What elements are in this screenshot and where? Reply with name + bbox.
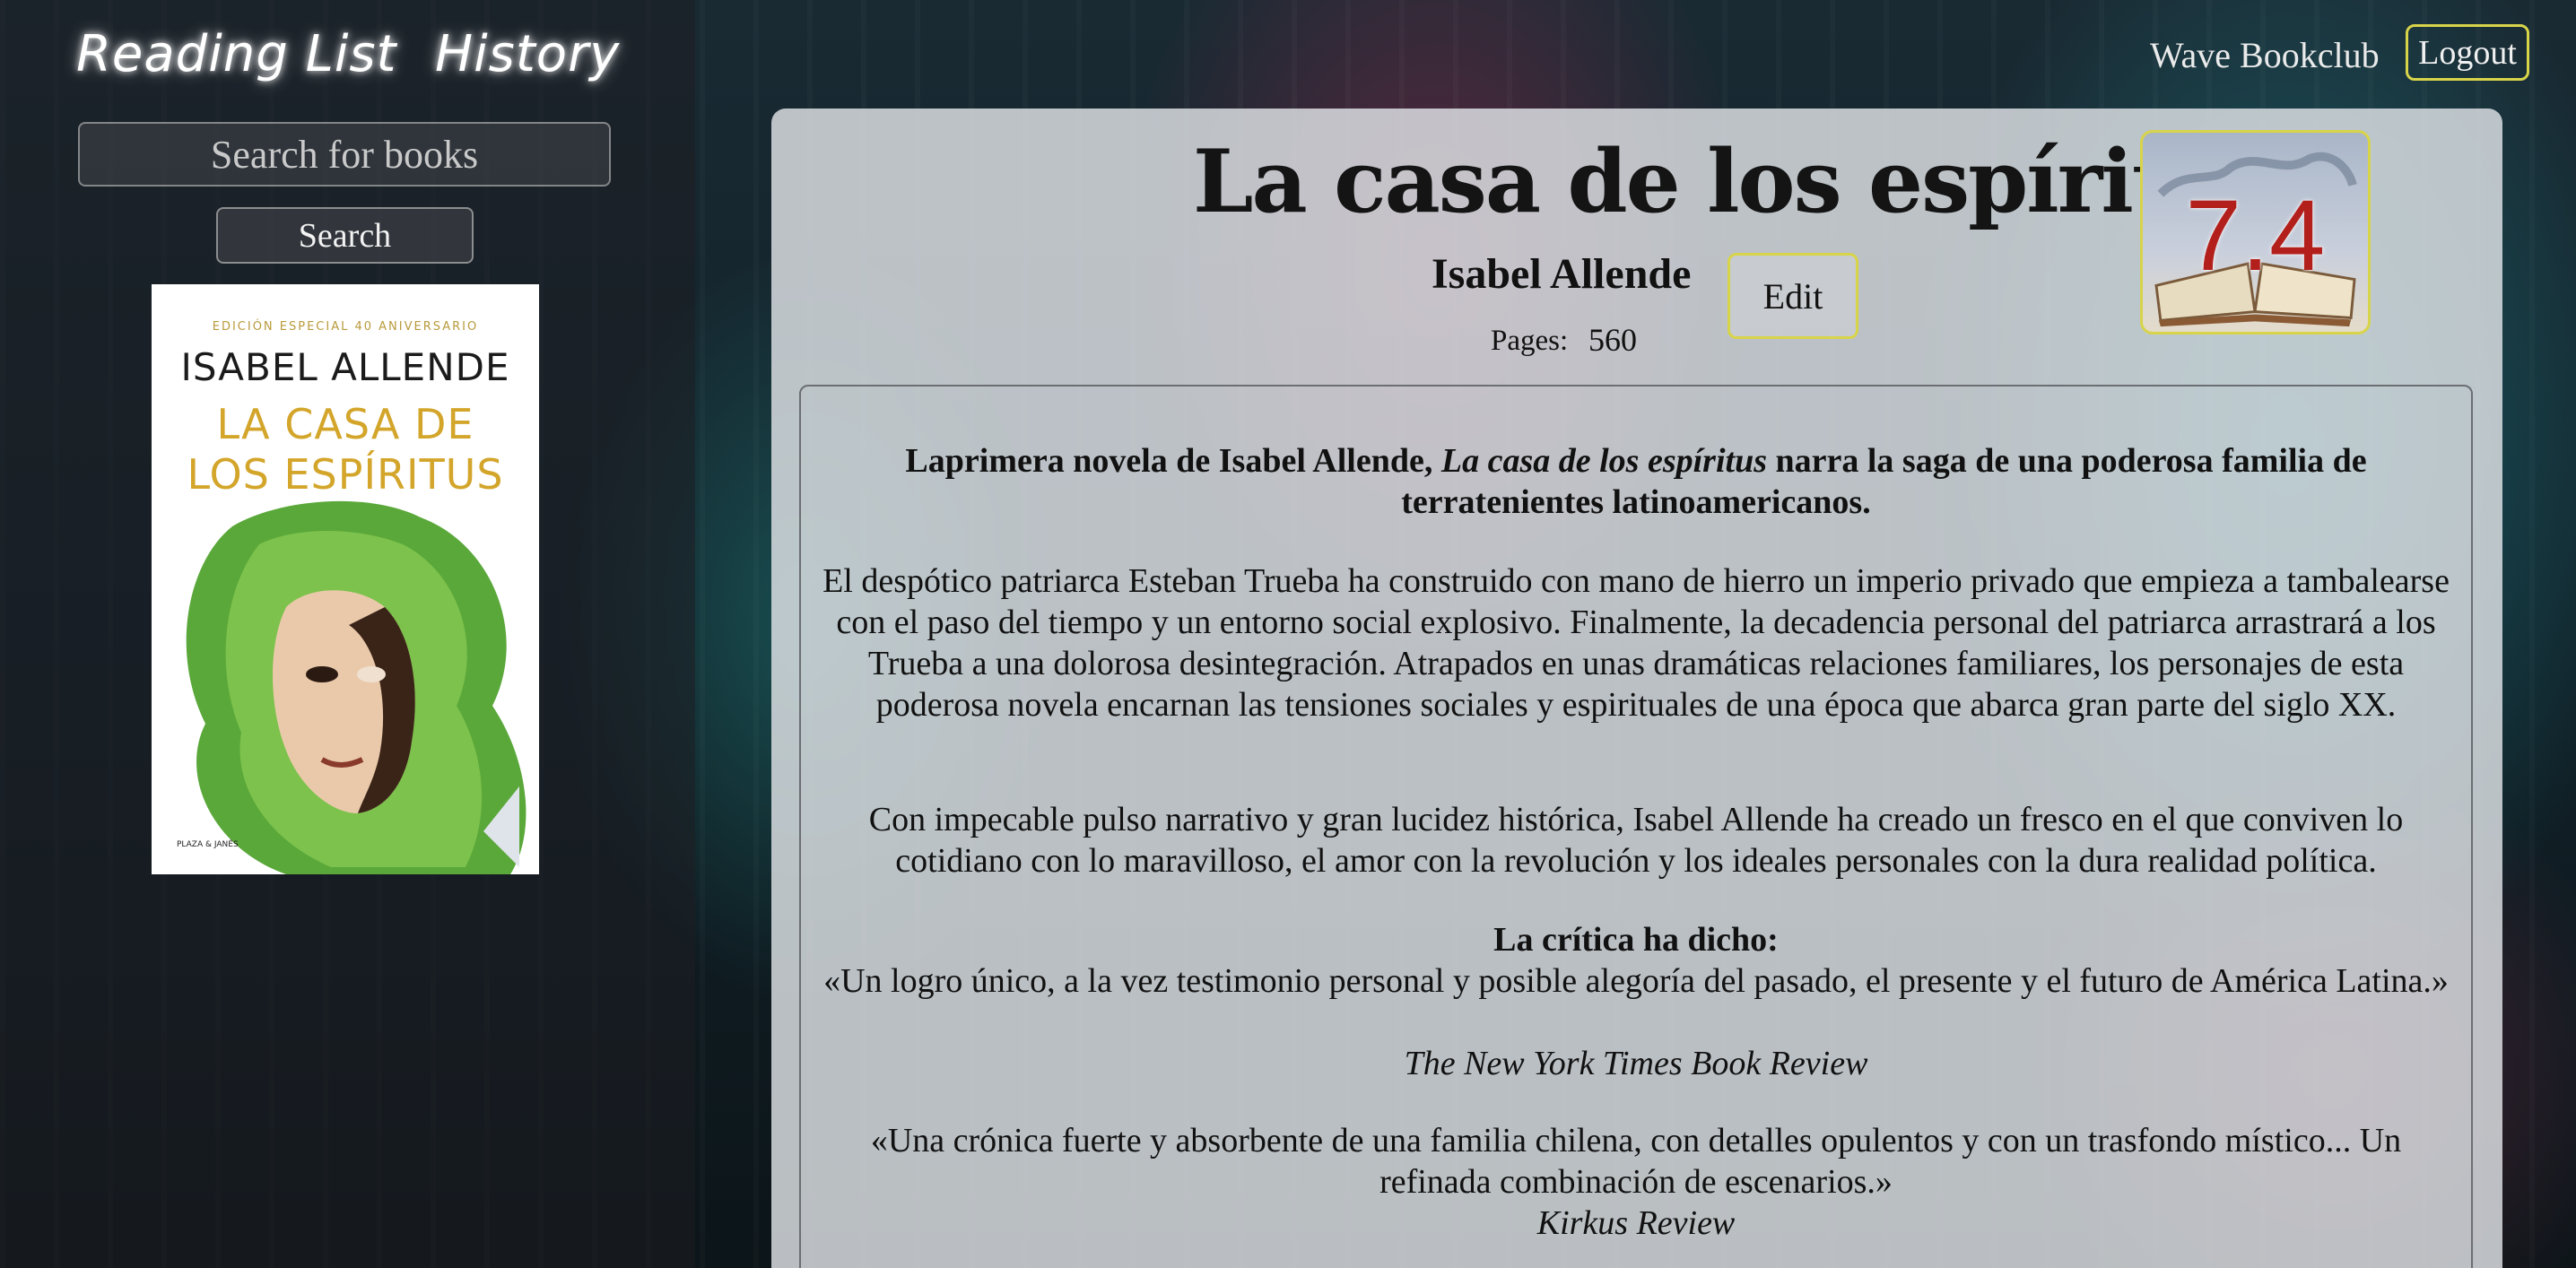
critics-heading: La crítica ha dicho: xyxy=(1493,921,1779,959)
critic-source-2: Kirkus Review xyxy=(1536,1204,1736,1242)
book-cover: EDICIÓN ESPECIAL 40 ANIVERSARIO ISABEL A… xyxy=(152,284,539,874)
lead-title: La casa de los espíritus xyxy=(1440,442,1767,480)
rating-value: 7.4 xyxy=(2185,179,2326,291)
book-author: Isabel Allende xyxy=(1432,250,1692,298)
logout-button[interactable]: Logout xyxy=(2406,24,2529,81)
nav-reading-list[interactable]: Reading List xyxy=(76,25,397,83)
club-name: Wave Bookclub xyxy=(2150,35,2380,75)
search-input[interactable] xyxy=(78,122,611,187)
cover-title-line1: LA CASA DE xyxy=(216,400,474,448)
sidebar: Reading List History Search EDICIÓN ESPE… xyxy=(0,0,695,1268)
lead-prefix: Laprimera novela de Isabel Allende, xyxy=(905,442,1441,480)
cover-author-text: ISABEL ALLENDE xyxy=(180,345,510,389)
pages-value: 560 xyxy=(1588,322,1637,358)
critic-quote-1: «Un logro único, a la vez testimonio per… xyxy=(823,962,2449,1000)
book-description: Laprimera novela de Isabel Allende, La c… xyxy=(799,385,2473,1268)
search-button[interactable]: Search xyxy=(216,207,474,264)
book-title: La casa de los espíritus xyxy=(1193,131,2279,232)
description-lead: Laprimera novela de Isabel Allende, La c… xyxy=(822,440,2450,523)
rating-badge: 7.4 xyxy=(2140,130,2371,334)
description-paragraph-1: El despótico patriarca Esteban Trueba ha… xyxy=(822,562,2450,724)
cover-publisher-logo: PLAZA & JANÉS xyxy=(177,840,239,849)
cover-illustration xyxy=(186,500,527,874)
nav-history[interactable]: History xyxy=(435,25,620,83)
cover-edition-text: EDICIÓN ESPECIAL 40 ANIVERSARIO xyxy=(212,320,479,334)
description-paragraph-2: Con impecable pulso narrativo y gran luc… xyxy=(868,801,2404,880)
critic-quote-2: «Una crónica fuerte y absorbente de una … xyxy=(870,1122,2402,1201)
edit-button[interactable]: Edit xyxy=(1727,253,1858,339)
critic-source-1: The New York Times Book Review xyxy=(1404,1045,1868,1082)
pages-label: Pages: xyxy=(1491,325,1569,357)
cover-title-text: LA CASA DE LOS ESPÍRITUS xyxy=(152,399,539,499)
